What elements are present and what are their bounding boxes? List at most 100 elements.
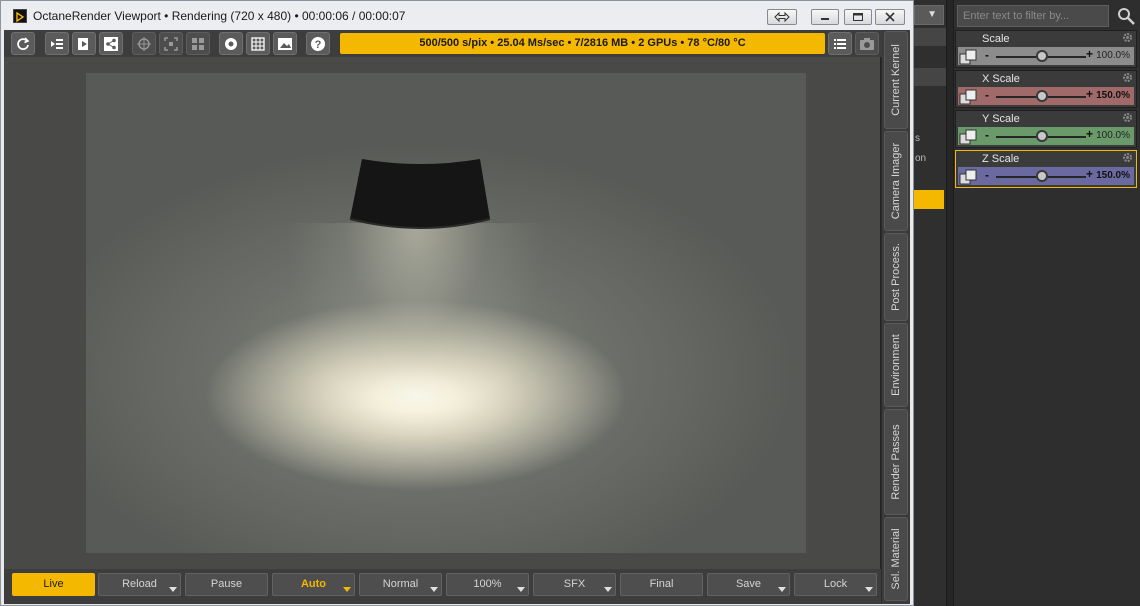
snapshot-button[interactable] <box>855 32 879 55</box>
host-selected-row[interactable] <box>914 190 944 209</box>
slider-knob[interactable] <box>1036 130 1048 142</box>
side-tabs: Current Kernel Camera Imager Post Proces… <box>882 30 910 604</box>
pick-focus-button[interactable] <box>132 32 156 55</box>
slider-x-scale[interactable]: X Scale - + 150.0% <box>955 70 1137 108</box>
window-title: OctaneRender Viewport • Rendering (720 x… <box>33 9 406 23</box>
sfx-button[interactable]: SFX <box>533 573 616 596</box>
slider-bar[interactable]: - + 100.0% <box>958 127 1134 145</box>
refresh-button[interactable] <box>11 32 35 55</box>
chevron-down-icon[interactable] <box>343 587 351 592</box>
layout-button[interactable] <box>186 32 210 55</box>
chevron-down-icon[interactable] <box>430 587 438 592</box>
minimize-button[interactable] <box>811 9 839 25</box>
render-image[interactable] <box>86 73 806 553</box>
menu-button[interactable] <box>828 32 852 55</box>
slider-value[interactable]: 150.0% <box>1096 90 1130 101</box>
export-button[interactable] <box>72 32 96 55</box>
decrement-icon[interactable]: - <box>985 48 989 62</box>
increment-icon[interactable]: + <box>1086 47 1093 61</box>
sfx-label: SFX <box>563 578 586 590</box>
slider-bar[interactable]: - + 150.0% <box>958 87 1134 105</box>
import-list-icon <box>51 39 63 49</box>
increment-icon[interactable]: + <box>1086 87 1093 101</box>
slider-value[interactable]: 150.0% <box>1096 170 1130 181</box>
chevron-down-icon[interactable] <box>169 587 177 592</box>
help-icon: ? <box>311 37 325 51</box>
chevron-down-icon[interactable] <box>517 587 525 592</box>
close-button[interactable] <box>875 9 905 25</box>
help-button[interactable]: ? <box>306 32 330 55</box>
host-text-fragment: s <box>915 133 920 144</box>
image-button[interactable] <box>273 32 297 55</box>
filter-input[interactable]: Enter text to filter by... <box>957 5 1109 27</box>
parameters-panel: Enter text to filter by... Scale - + 100… <box>954 0 1140 606</box>
slider-value[interactable]: 100.0% <box>1096 130 1130 141</box>
image-icon <box>278 38 292 50</box>
slider-scale[interactable]: Scale - + 100.0% <box>955 30 1137 68</box>
gear-icon[interactable] <box>1122 72 1133 83</box>
tab-label: Camera Imager <box>890 142 902 220</box>
slider-knob[interactable] <box>1036 90 1048 102</box>
viewport-client: ? 500/500 s/pix • 25.04 Ms/sec • 7/2816 … <box>4 30 910 604</box>
auto-button[interactable]: Auto <box>272 573 355 596</box>
tab-label: Post Process. <box>890 243 902 311</box>
title-bar[interactable]: OctaneRender Viewport • Rendering (720 x… <box>1 1 913 30</box>
increment-icon[interactable]: + <box>1086 127 1093 141</box>
tab-current-kernel[interactable]: Current Kernel <box>884 31 908 129</box>
chevron-down-icon: ▼ <box>927 9 937 20</box>
bottom-toolbar: Live Reload Pause Auto Normal 100% SFX F… <box>4 569 881 604</box>
region-button[interactable] <box>159 32 183 55</box>
chevron-down-icon[interactable] <box>865 587 873 592</box>
slider-bar[interactable]: - + 150.0% <box>958 167 1134 185</box>
share-button[interactable] <box>99 32 123 55</box>
slider-knob[interactable] <box>1036 50 1048 62</box>
tab-render-passes[interactable]: Render Passes <box>884 409 908 515</box>
normal-button[interactable]: Normal <box>359 573 442 596</box>
linked-node-icon[interactable] <box>959 48 982 66</box>
increment-icon[interactable]: + <box>1086 167 1093 181</box>
svg-text:?: ? <box>315 39 322 51</box>
linked-node-icon[interactable] <box>959 88 982 106</box>
linked-node-icon[interactable] <box>959 128 982 146</box>
host-row <box>914 68 946 86</box>
panel-divider[interactable] <box>946 0 954 606</box>
linked-node-icon[interactable] <box>959 168 982 186</box>
maximize-icon <box>853 13 863 21</box>
search-icon[interactable] <box>1114 4 1138 28</box>
slider-label: Scale <box>982 33 1010 45</box>
pause-button[interactable]: Pause <box>185 573 268 596</box>
maximize-button[interactable] <box>844 9 872 25</box>
tab-sel-material[interactable]: Sel. Material <box>884 517 908 601</box>
chevron-down-icon[interactable] <box>604 587 612 592</box>
tab-environment[interactable]: Environment <box>884 323 908 407</box>
gear-icon[interactable] <box>1122 112 1133 123</box>
tab-post-process[interactable]: Post Process. <box>884 233 908 321</box>
render-viewport[interactable] <box>4 57 881 597</box>
slider-bar[interactable]: - + 100.0% <box>958 47 1134 65</box>
zoom-button[interactable]: 100% <box>446 573 529 596</box>
aperture-button[interactable] <box>219 32 243 55</box>
gear-icon[interactable] <box>1122 32 1133 43</box>
slider-knob[interactable] <box>1036 170 1048 182</box>
swap-arrows-icon <box>774 11 790 23</box>
save-button[interactable]: Save <box>707 573 790 596</box>
decrement-icon[interactable]: - <box>985 128 989 142</box>
lock-button[interactable]: Lock <box>794 573 877 596</box>
live-button[interactable]: Live <box>12 573 95 596</box>
slider-z-scale[interactable]: Z Scale - + 150.0% <box>955 150 1137 188</box>
decrement-icon[interactable]: - <box>985 168 989 182</box>
decrement-icon[interactable]: - <box>985 88 989 102</box>
host-dropdown[interactable]: ▼ <box>914 5 944 25</box>
chevron-down-icon[interactable] <box>778 587 786 592</box>
host-text-fragment: on <box>915 153 927 164</box>
final-button[interactable]: Final <box>620 573 703 596</box>
grid-button[interactable] <box>246 32 270 55</box>
reload-button[interactable]: Reload <box>98 573 181 596</box>
grid-quad-icon <box>192 38 204 50</box>
import-button[interactable] <box>45 32 69 55</box>
gear-icon[interactable] <box>1122 152 1133 163</box>
dock-toggle-button[interactable] <box>767 9 797 25</box>
slider-y-scale[interactable]: Y Scale - + 100.0% <box>955 110 1137 148</box>
slider-value[interactable]: 100.0% <box>1096 50 1130 61</box>
tab-camera-imager[interactable]: Camera Imager <box>884 131 908 231</box>
